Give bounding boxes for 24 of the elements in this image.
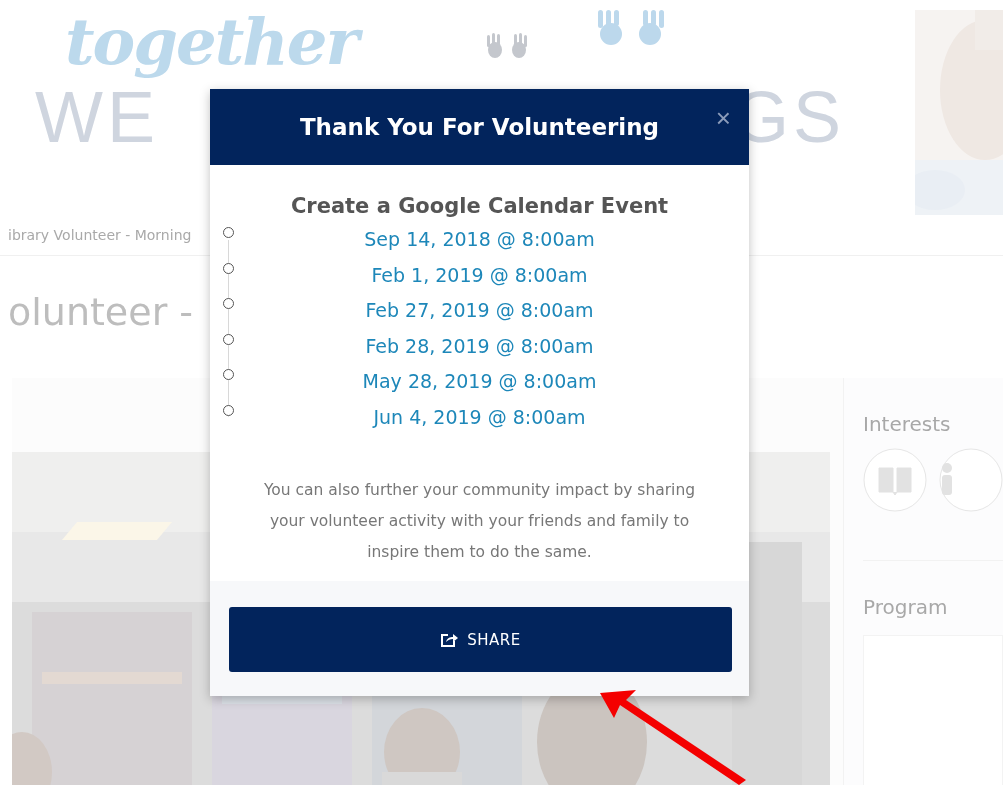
page-title: olunteer - <box>8 290 194 334</box>
timeline-dot <box>222 404 234 416</box>
timeline-dot <box>222 333 234 345</box>
modal-title: Thank You For Volunteering <box>299 114 660 140</box>
timeline-dot <box>222 369 234 380</box>
event-date-link[interactable]: Feb 27, 2019 @ 8:00am <box>365 293 594 329</box>
close-button[interactable]: × <box>713 103 733 133</box>
share-button[interactable]: SHARE <box>229 607 732 672</box>
logo-script-text: together <box>61 0 372 88</box>
timeline-dot <box>222 298 234 309</box>
event-date-link[interactable]: Feb 28, 2019 @ 8:00am <box>365 328 594 364</box>
timeline-dot <box>222 227 234 238</box>
timeline-dot <box>222 262 234 274</box>
section-title: Interests <box>863 412 952 436</box>
breadcrumb-text: ibrary Volunteer - Morning <box>8 227 192 243</box>
event-date-link[interactable]: Sep 14, 2018 @ 8:00am <box>364 222 595 258</box>
event-date-link[interactable]: May 28, 2019 @ 8:00am <box>362 364 597 400</box>
book-icon[interactable] <box>863 448 927 512</box>
share-message: You can also further your community impact by sharing your volunteer activity with your friends and family to inspire them to do the same. <box>262 480 697 563</box>
event-date-link[interactable]: Feb 1, 2019 @ 8:00am <box>371 257 588 293</box>
calendar-heading: Create a Google Calendar Event <box>289 193 670 220</box>
event-date-link[interactable]: Jun 4, 2019 @ 8:00am <box>373 399 586 435</box>
share-icon <box>440 631 459 648</box>
section-title: Program <box>863 595 949 619</box>
